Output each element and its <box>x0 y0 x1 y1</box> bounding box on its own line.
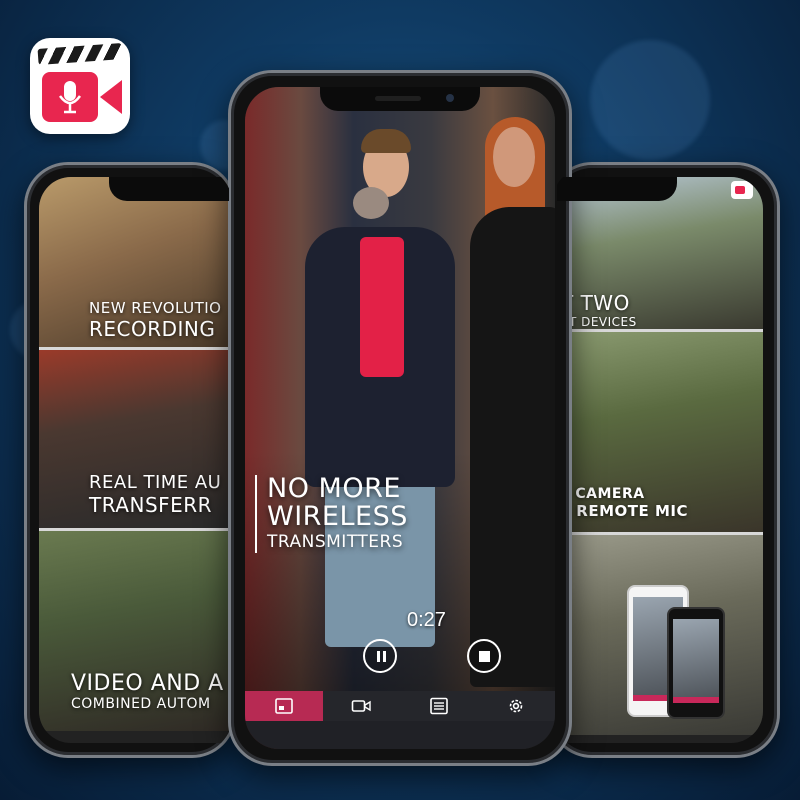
headline-line2: WIRELESS <box>267 501 408 532</box>
list-icon <box>429 697 448 715</box>
panel-caption-line1: NEW REVOLUTIO <box>89 299 222 317</box>
panel-caption-line1: REAL TIME AU <box>89 472 222 493</box>
headline-line3: TRANSMITTERS <box>267 532 404 552</box>
feature-panel: VIDEO AND A COMBINED AUTOM <box>39 531 229 731</box>
record-badge-icon <box>731 181 753 199</box>
right-phone: T TWO RT DEVICES S CAMERA S REMOTE MIC <box>548 162 780 758</box>
man-figure <box>361 129 411 153</box>
background-bokeh <box>590 40 710 160</box>
gallery-icon <box>274 698 293 714</box>
camera-lens-icon <box>100 80 122 114</box>
panel-caption-line1: VIDEO AND A <box>71 671 224 696</box>
notch <box>320 87 480 111</box>
app-icon <box>30 38 130 134</box>
man-figure <box>360 237 404 377</box>
pause-button[interactable] <box>363 639 397 673</box>
clapperboard-icon <box>37 43 123 65</box>
notch <box>109 177 229 201</box>
recording-timer: 0:27 <box>407 609 446 631</box>
headline-line1: NO MORE <box>267 473 401 504</box>
feature-panel: S CAMERA S REMOTE MIC <box>557 332 763 532</box>
video-preview <box>245 87 555 749</box>
handheld-microphone <box>353 187 389 219</box>
woman-figure <box>493 127 535 187</box>
tab-list[interactable] <box>400 691 478 721</box>
gear-icon <box>509 699 523 713</box>
panel-caption-line2: RECORDING <box>89 317 216 341</box>
center-phone: NO MORE WIRELESS TRANSMITTERS 0:27 <box>228 70 572 766</box>
panel-caption-line2: COMBINED AUTOM <box>71 696 211 712</box>
left-phone-screen: NEW REVOLUTIO RECORDING REAL TIME AU TRA… <box>39 177 229 743</box>
right-phone-screen: T TWO RT DEVICES S CAMERA S REMOTE MIC <box>557 177 763 743</box>
tab-video[interactable] <box>323 691 401 721</box>
left-phone: NEW REVOLUTIO RECORDING REAL TIME AU TRA… <box>24 162 236 758</box>
tab-settings[interactable] <box>478 691 556 721</box>
headline: NO MORE WIRELESS TRANSMITTERS <box>255 475 408 553</box>
mini-phone-black <box>667 607 725 719</box>
panel-caption-line1: T TWO <box>561 291 630 315</box>
tab-bar <box>245 691 555 721</box>
stop-button[interactable] <box>467 639 501 673</box>
feature-panel: NEW REVOLUTIO RECORDING <box>39 177 229 347</box>
microphone-icon <box>58 81 82 114</box>
center-phone-screen: NO MORE WIRELESS TRANSMITTERS 0:27 <box>245 87 555 749</box>
panel-caption-line2: RT DEVICES <box>561 315 637 329</box>
feature-panel: REAL TIME AU TRANSFERR <box>39 350 229 528</box>
home-area <box>245 721 555 749</box>
panel-caption-bold: CAMERA <box>575 486 645 502</box>
video-camera-icon <box>351 700 371 712</box>
panel-caption-line2: TRANSFERR <box>89 493 213 517</box>
tab-gallery[interactable] <box>245 691 323 721</box>
woman-figure <box>470 207 555 687</box>
panel-caption-bold: REMOTE MIC <box>576 502 688 520</box>
notch <box>557 177 677 201</box>
feature-panel <box>557 535 763 735</box>
camera-body-icon <box>42 72 98 122</box>
